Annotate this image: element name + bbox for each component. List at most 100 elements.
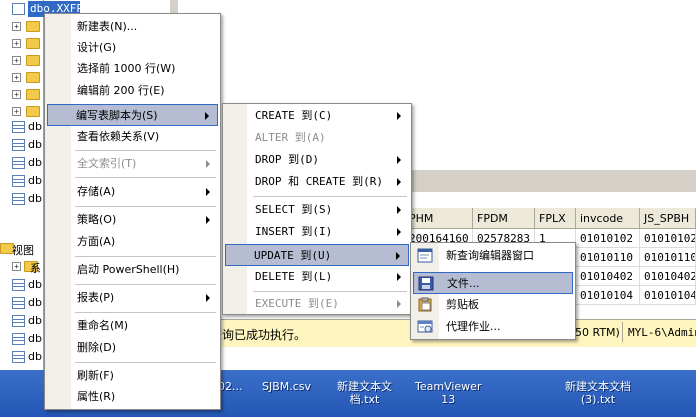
tree-label: db xyxy=(28,350,42,363)
menu-item-file[interactable]: 文件... xyxy=(413,272,573,294)
menu-item-properties[interactable]: 属性(R) xyxy=(47,386,218,408)
submenu-arrow-icon xyxy=(205,112,209,120)
grid-cell[interactable]: 01010110 xyxy=(576,248,640,267)
menu-item-label: 删除(D) xyxy=(77,341,117,354)
menu-item-script-table-as[interactable]: 编写表脚本为(S) xyxy=(47,104,218,126)
expand-icon[interactable]: + xyxy=(12,107,21,116)
menu-item-refresh[interactable]: 刷新(F) xyxy=(47,365,218,387)
menu-item-label: 设计(G) xyxy=(77,41,117,54)
agent-job-icon xyxy=(417,320,433,333)
menu-separator xyxy=(75,206,216,207)
tree-label: db xyxy=(28,332,42,345)
menu-item-edit-top[interactable]: 编辑前 200 行(E) xyxy=(47,80,218,102)
grid-cell[interactable]: 01010402 xyxy=(576,267,640,286)
folder-icon xyxy=(26,55,40,66)
desktop-item[interactable]: 新建文本文 档.txt xyxy=(337,380,392,406)
folder-icon xyxy=(26,38,40,49)
menu-item-select-top[interactable]: 选择前 1000 行(W) xyxy=(47,58,218,80)
menu-item-label: 新建表(N)... xyxy=(77,20,138,33)
menu-item-clipboard[interactable]: 剪贴板 xyxy=(413,294,573,316)
tree-row[interactable]: + xyxy=(0,52,44,69)
menu-item-label: 编辑前 200 行(E) xyxy=(77,84,165,97)
menu-item-agent-job[interactable]: 代理作业... xyxy=(413,316,573,338)
expand-icon[interactable]: + xyxy=(12,39,21,48)
menu-item-execute-to: EXECUTE 到(E) xyxy=(225,293,409,315)
menu-item-facets[interactable]: 方面(A) xyxy=(47,231,218,253)
menu-item-new-query-window[interactable]: 新查询编辑器窗口 xyxy=(413,245,573,267)
table-icon xyxy=(12,139,25,151)
tree-row-view[interactable]: db xyxy=(0,312,44,329)
menu-item-drop-and-create-to[interactable]: DROP 和 CREATE 到(R) xyxy=(225,171,409,193)
tree-row-table[interactable]: db xyxy=(0,118,44,135)
tree-label: 系 xyxy=(30,262,41,275)
menu-item-insert-to[interactable]: INSERT 到(I) xyxy=(225,221,409,243)
folder-icon xyxy=(26,72,40,83)
tree-row-table[interactable]: db xyxy=(0,136,44,153)
tree-row-views[interactable]: 视图 xyxy=(0,240,44,257)
menu-item-label: INSERT 到(I) xyxy=(255,225,333,238)
status-version: 50 RTM) xyxy=(575,326,620,339)
menu-item-label: 代理作业... xyxy=(446,320,501,333)
grid-cell[interactable]: 01010402 xyxy=(640,267,696,286)
desktop-item[interactable]: SJBM.csv xyxy=(262,380,311,393)
tree-row[interactable]: + xyxy=(0,35,44,52)
menu-item-rename[interactable]: 重命名(M) xyxy=(47,315,218,337)
expand-icon[interactable]: + xyxy=(12,22,21,31)
tree-row-table[interactable]: db xyxy=(0,172,44,189)
desktop-item[interactable]: 新建文本文档 (3).txt xyxy=(565,380,631,406)
tree-row[interactable]: + xyxy=(0,86,44,103)
tree-label: db xyxy=(28,174,42,187)
menu-item-policies[interactable]: 策略(O) xyxy=(47,209,218,231)
tree-row[interactable]: + xyxy=(0,18,44,35)
expand-icon[interactable]: + xyxy=(12,90,21,99)
expand-icon[interactable]: + xyxy=(12,73,21,82)
menu-item-view-dependencies[interactable]: 查看依赖关系(V) xyxy=(47,126,218,148)
tree-row-view[interactable]: db xyxy=(0,348,44,365)
expand-icon[interactable]: + xyxy=(12,262,21,271)
desktop-item[interactable]: 02... xyxy=(218,380,243,393)
menu-separator xyxy=(75,177,216,178)
expand-icon[interactable]: + xyxy=(12,56,21,65)
tree-row[interactable]: + xyxy=(0,69,44,86)
column-header[interactable]: invcode xyxy=(576,208,640,229)
menu-item-create-to[interactable]: CREATE 到(C) xyxy=(225,105,409,127)
submenu-arrow-icon xyxy=(397,156,401,164)
tree-row-system[interactable]: + 系 xyxy=(0,258,44,275)
tree-row-view[interactable]: db xyxy=(0,330,44,347)
grid-cell[interactable]: 01010110 xyxy=(640,248,696,267)
tree-label: db xyxy=(28,278,42,291)
menu-item-storage[interactable]: 存储(A) xyxy=(47,181,218,203)
menu-item-delete[interactable]: 删除(D) xyxy=(47,337,218,359)
tree-row-table[interactable]: db xyxy=(0,154,44,171)
menu-item-design[interactable]: 设计(G) xyxy=(47,37,218,59)
menu-item-label: 方面(A) xyxy=(77,235,116,248)
menu-item-start-powershell[interactable]: 启动 PowerShell(H) xyxy=(47,259,218,281)
menu-separator xyxy=(75,312,216,313)
tree-label: db xyxy=(28,192,42,205)
menu-item-drop-to[interactable]: DROP 到(D) xyxy=(225,149,409,171)
grid-cell[interactable]: 01010102 xyxy=(640,229,696,248)
object-explorer-tree: + + + + + + db db db db db 视图 + 系 db db d… xyxy=(0,0,44,370)
menu-item-label: DROP 和 CREATE 到(R) xyxy=(255,175,383,188)
desktop-item-label: (3).txt xyxy=(580,393,616,406)
menu-item-update-to[interactable]: UPDATE 到(U) xyxy=(225,244,409,266)
column-header[interactable]: JS_SPBH xyxy=(640,208,696,229)
menu-item-reports[interactable]: 报表(P) xyxy=(47,287,218,309)
grid-cell[interactable]: 01010102 xyxy=(576,229,640,248)
menu-item-new-table[interactable]: 新建表(N)... xyxy=(47,16,218,38)
submenu-arrow-icon xyxy=(397,206,401,214)
view-icon xyxy=(12,351,25,363)
grid-cell[interactable]: 01010104 xyxy=(640,286,696,305)
tree-row-view[interactable]: db xyxy=(0,294,44,311)
column-header[interactable]: PHM xyxy=(405,208,473,229)
menu-item-delete-to[interactable]: DELETE 到(L) xyxy=(225,266,409,288)
tree-row-table[interactable]: db xyxy=(0,190,44,207)
column-header[interactable]: FPLX xyxy=(535,208,576,229)
tree-row-view[interactable]: db xyxy=(0,276,44,293)
grid-cell[interactable]: 01010104 xyxy=(576,286,640,305)
tree-label: db xyxy=(28,296,42,309)
column-header[interactable]: FPDM xyxy=(473,208,535,229)
desktop-item[interactable]: TeamViewer 13 xyxy=(415,380,481,406)
menu-item-select-to[interactable]: SELECT 到(S) xyxy=(225,199,409,221)
tree-label: db xyxy=(28,120,42,133)
